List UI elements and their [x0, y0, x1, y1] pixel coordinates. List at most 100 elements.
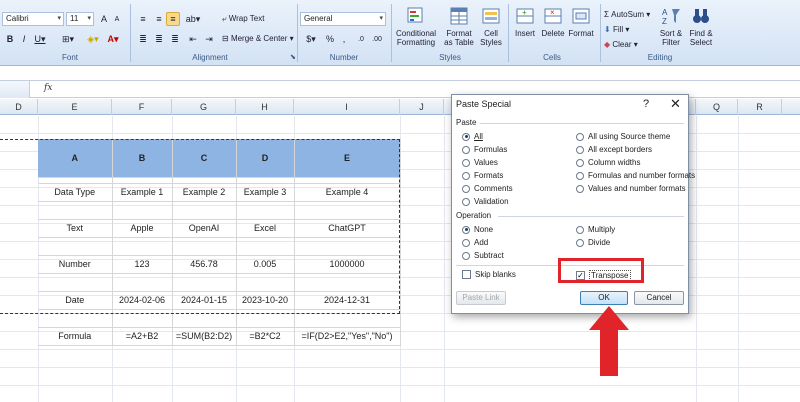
table-cell[interactable]: Formula — [38, 327, 113, 346]
fill-button[interactable]: ⬇ Fill ▾ — [604, 25, 629, 34]
table-header-cell[interactable]: D — [236, 139, 295, 178]
italic-icon[interactable]: I — [18, 32, 30, 46]
radio-validation[interactable]: Validation — [462, 197, 509, 206]
table-cell[interactable] — [236, 237, 295, 256]
table-cell[interactable]: =IF(D2>E2,"Yes","No") — [294, 327, 401, 346]
table-cell[interactable]: 0.005 — [236, 255, 295, 274]
table-cell[interactable]: =SUM(B2:D2) — [172, 327, 237, 346]
font-size-combo[interactable]: 11 ▾ — [66, 12, 94, 26]
skip-blanks-checkbox[interactable]: Skip blanks — [462, 270, 516, 279]
radio-subtract[interactable]: Subtract — [462, 251, 504, 260]
table-header-cell[interactable]: B — [112, 139, 173, 178]
autosum-button[interactable]: Σ AutoSum ▾ — [604, 10, 650, 19]
table-cell[interactable]: 456.78 — [172, 255, 237, 274]
table-cell[interactable] — [38, 309, 113, 328]
radio-none[interactable]: None — [462, 225, 493, 234]
radio-values[interactable]: Values — [462, 158, 498, 167]
radio-all-except-borders[interactable]: All except borders — [576, 145, 652, 154]
function-icon[interactable]: fx — [44, 83, 52, 93]
table-header-cell[interactable]: C — [172, 139, 237, 178]
delete-button[interactable]: × Delete — [540, 5, 566, 38]
format-as-table-button[interactable]: Format as Table — [442, 5, 476, 47]
table-cell[interactable]: ChatGPT — [294, 219, 401, 238]
table-cell[interactable]: Date — [38, 291, 113, 310]
column-header-d[interactable]: D — [0, 99, 38, 115]
cell-styles-button[interactable]: Cell Styles — [478, 5, 504, 47]
orientation-icon[interactable]: ab▾ — [184, 12, 202, 26]
decrease-decimal-icon[interactable]: .00 — [370, 32, 384, 46]
close-icon[interactable]: ✕ — [670, 96, 681, 112]
comma-icon[interactable]: , — [338, 32, 350, 46]
radio-add[interactable]: Add — [462, 238, 488, 247]
table-cell[interactable]: 123 — [112, 255, 173, 274]
align-bottom-icon[interactable]: ≡ — [166, 12, 180, 26]
radio-multiply[interactable]: Multiply — [576, 225, 615, 234]
table-cell[interactable] — [294, 309, 401, 328]
table-cell[interactable] — [294, 201, 401, 220]
column-header-r[interactable]: R — [738, 99, 782, 115]
table-cell[interactable]: Example 2 — [172, 183, 237, 202]
radio-values-number-formats[interactable]: Values and number formats — [576, 184, 686, 193]
table-cell[interactable]: Example 4 — [294, 183, 401, 202]
table-cell[interactable] — [112, 201, 173, 220]
sort-filter-button[interactable]: AZ Sort & Filter — [656, 5, 686, 47]
table-cell[interactable]: Text — [38, 219, 113, 238]
table-cell[interactable] — [236, 273, 295, 292]
table-cell[interactable] — [112, 309, 173, 328]
column-header-e[interactable]: E — [38, 99, 112, 115]
bold-icon[interactable]: B — [4, 32, 16, 46]
table-cell[interactable]: Example 1 — [112, 183, 173, 202]
column-header-q[interactable]: Q — [696, 99, 738, 115]
fill-color-icon[interactable]: ◈▾ — [84, 32, 102, 46]
table-cell[interactable] — [112, 273, 173, 292]
column-header-f[interactable]: F — [112, 99, 172, 115]
dialog-launcher-icon[interactable]: ⬊ — [290, 53, 296, 61]
align-middle-icon[interactable]: ≡ — [152, 12, 166, 26]
shrink-font-icon[interactable]: A — [111, 12, 123, 26]
table-cell[interactable] — [112, 237, 173, 256]
column-header-h[interactable]: H — [236, 99, 294, 115]
radio-column-widths[interactable]: Column widths — [576, 158, 640, 167]
insert-button[interactable]: + Insert — [512, 5, 538, 38]
table-cell[interactable] — [294, 273, 401, 292]
table-cell[interactable]: 2024-12-31 — [294, 291, 401, 310]
find-select-button[interactable]: Find & Select — [686, 5, 716, 47]
decrease-indent-icon[interactable]: ⇤ — [186, 32, 200, 46]
table-cell[interactable] — [38, 273, 113, 292]
table-cell[interactable]: Apple — [112, 219, 173, 238]
underline-icon[interactable]: U▾ — [32, 32, 48, 46]
column-header-g[interactable]: G — [172, 99, 236, 115]
paste-link-button[interactable]: Paste Link — [456, 291, 506, 305]
font-name-combo[interactable]: Calibri ▾ — [2, 12, 64, 26]
format-button[interactable]: Format — [568, 5, 594, 38]
radio-comments[interactable]: Comments — [462, 184, 513, 193]
table-cell[interactable]: 2024-02-06 — [112, 291, 173, 310]
merge-center-button[interactable]: ⊟ Merge & Center ▾ — [222, 34, 294, 43]
column-header-j[interactable]: J — [400, 99, 444, 115]
cancel-button[interactable]: Cancel — [634, 291, 684, 305]
font-color-icon[interactable]: A▾ — [104, 32, 122, 46]
grow-font-icon[interactable]: A — [98, 12, 110, 26]
currency-icon[interactable]: $▾ — [302, 32, 320, 46]
table-cell[interactable]: 1000000 — [294, 255, 401, 274]
table-cell[interactable] — [294, 237, 401, 256]
ok-button[interactable]: OK — [580, 291, 628, 305]
percent-icon[interactable]: % — [324, 32, 336, 46]
table-header-cell[interactable]: A — [38, 139, 113, 178]
radio-all-source-theme[interactable]: All using Source theme — [576, 132, 670, 141]
table-cell[interactable] — [172, 237, 237, 256]
table-cell[interactable]: Example 3 — [236, 183, 295, 202]
table-cell[interactable] — [172, 201, 237, 220]
table-cell[interactable]: Excel — [236, 219, 295, 238]
table-cell[interactable] — [172, 273, 237, 292]
name-box[interactable] — [0, 81, 30, 98]
table-cell[interactable]: Data Type — [38, 183, 113, 202]
table-cell[interactable]: Number — [38, 255, 113, 274]
align-center-icon[interactable]: ≣ — [152, 32, 166, 46]
table-header-cell[interactable]: E — [294, 139, 401, 178]
borders-icon[interactable]: ⊞▾ — [58, 32, 78, 46]
table-cell[interactable] — [38, 237, 113, 256]
table-cell[interactable]: OpenAI — [172, 219, 237, 238]
radio-all[interactable]: All — [462, 132, 483, 141]
align-right-icon[interactable]: ≣ — [168, 32, 182, 46]
